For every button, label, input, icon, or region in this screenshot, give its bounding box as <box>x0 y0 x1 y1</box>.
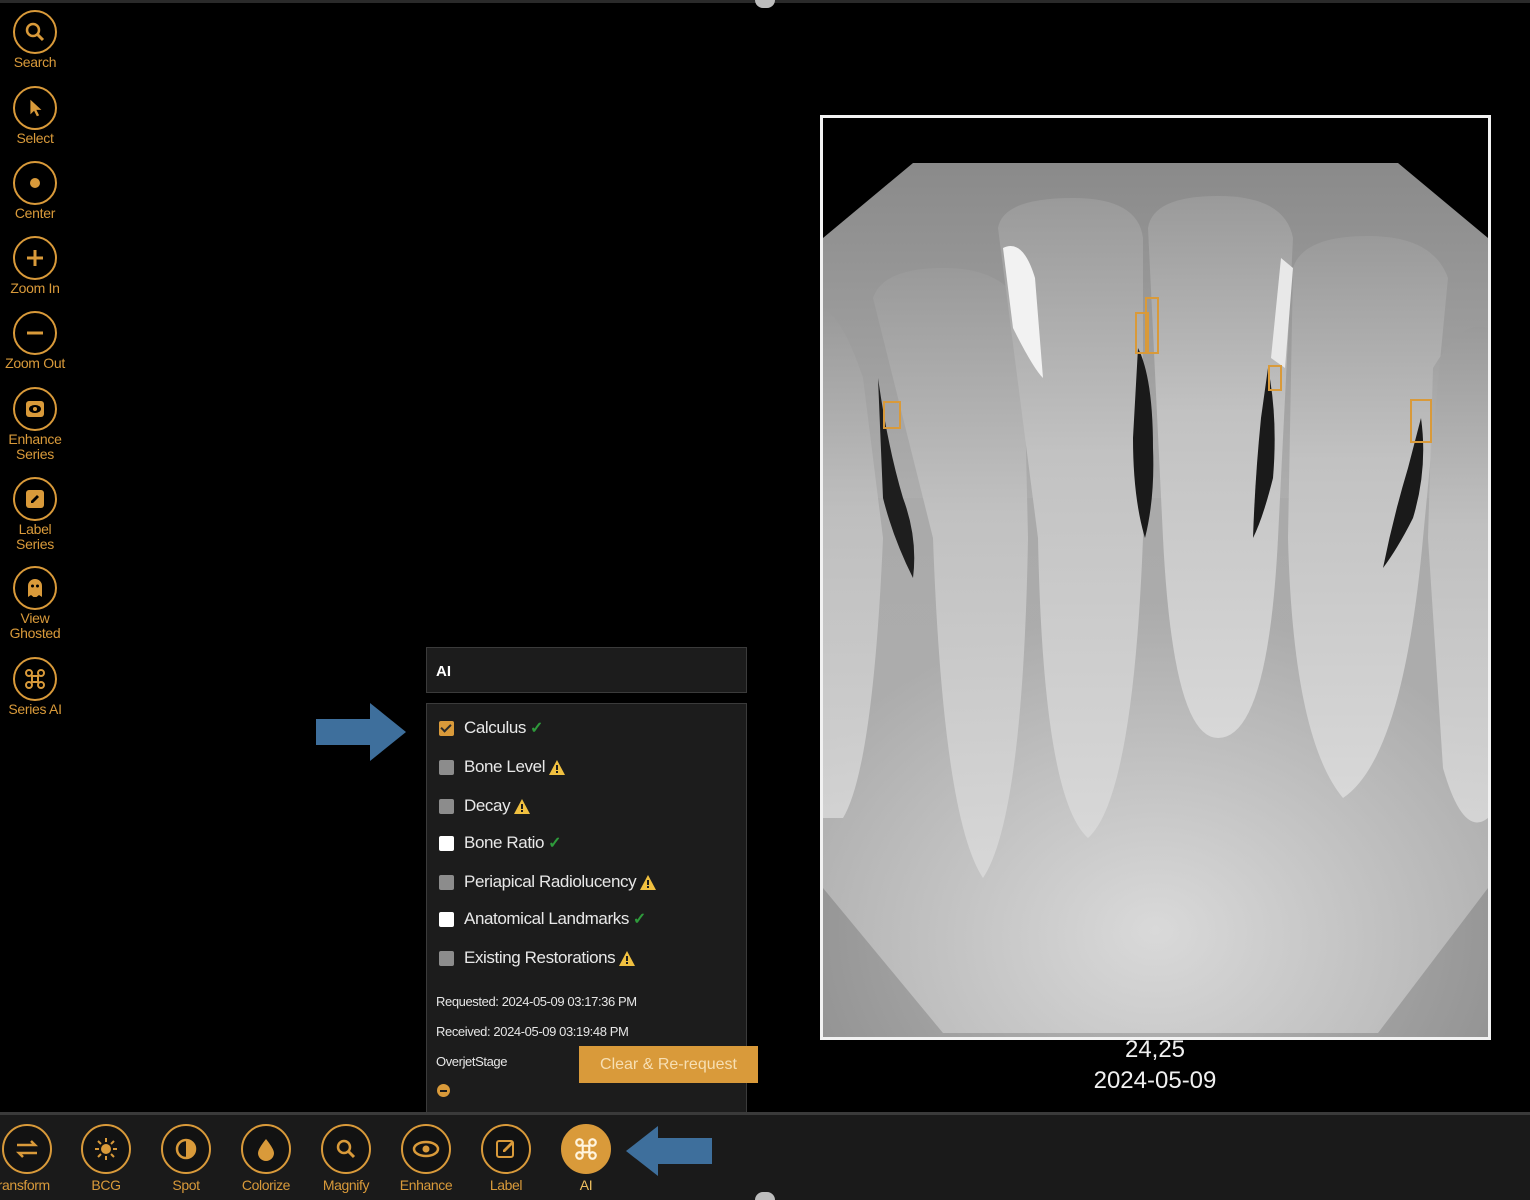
bottom-toolbar <box>0 1112 1530 1200</box>
transform-tool[interactable]: Transform <box>0 1124 62 1193</box>
warning-icon <box>640 874 657 890</box>
colorize-tool[interactable]: Colorize <box>231 1124 301 1193</box>
ai-command-icon <box>561 1124 611 1174</box>
pointer-icon <box>13 86 57 130</box>
search-icon <box>13 10 57 54</box>
eye-box-icon <box>13 387 57 431</box>
enhance-series-tool-label: Enhance Series <box>8 431 62 462</box>
bone-level-checkbox[interactable] <box>439 759 454 775</box>
zoom-out-tool[interactable]: Zoom Out <box>0 311 70 371</box>
received-timestamp: Received: 2024-05-09 03:19:48 PM <box>436 1024 629 1039</box>
ai-tool-label: AI <box>579 1177 593 1193</box>
search-tool[interactable]: Search <box>0 10 70 70</box>
periapical-radiolucency-label: Periapical Radiolucency <box>464 872 637 891</box>
warning-icon <box>549 759 566 775</box>
view-ghosted-tool[interactable]: View Ghosted <box>0 566 70 641</box>
label-tool[interactable]: Label <box>471 1124 541 1193</box>
tooth-numbers: 24,25 <box>1124 1036 1186 1063</box>
label-series-tool[interactable]: Label Series <box>0 477 70 552</box>
spot-tool-label: Spot <box>172 1177 200 1193</box>
top-resize-handle[interactable] <box>755 0 775 8</box>
contrast-icon <box>161 1124 211 1174</box>
option-bone-level[interactable]: Bone Level <box>439 755 566 779</box>
bottom-resize-handle[interactable] <box>755 1192 775 1200</box>
calculus-label: Calculus <box>464 718 526 737</box>
label-tool-label: Label <box>489 1177 523 1193</box>
brightness-icon <box>81 1124 131 1174</box>
enhance-tool-label: Enhance <box>399 1177 453 1193</box>
stage-label: OverjetStage <box>436 1054 508 1069</box>
option-calculus[interactable]: Calculus ✓ <box>439 716 543 740</box>
transform-icon <box>2 1124 52 1174</box>
option-decay[interactable]: Decay <box>439 794 531 818</box>
dental-radiograph <box>823 118 1488 1037</box>
option-anatomical-landmarks[interactable]: Anatomical Landmarks ✓ <box>439 907 646 931</box>
periapical-radiolucency-checkbox[interactable] <box>439 874 454 890</box>
existing-restorations-label: Existing Restorations <box>464 948 616 967</box>
center-dot-icon <box>13 161 57 205</box>
enhance-tool[interactable]: Enhance <box>391 1124 461 1193</box>
ai-panel-header: AI <box>426 647 747 693</box>
collapse-icon[interactable] <box>437 1084 450 1097</box>
ok-check-icon: ✓ <box>632 911 647 928</box>
anatomical-landmarks-checkbox[interactable] <box>439 911 454 927</box>
magnify-icon <box>321 1124 371 1174</box>
magnify-tool-label: Magnify <box>322 1177 370 1193</box>
series-ai-tool[interactable]: Series AI <box>0 657 70 717</box>
bone-level-label: Bone Level <box>464 757 546 776</box>
minus-icon <box>13 311 57 355</box>
bcg-tool[interactable]: BCG <box>71 1124 141 1193</box>
callout-arrow-left <box>626 1126 712 1176</box>
decay-label: Decay <box>464 796 511 815</box>
label-series-tool-label: Label Series <box>16 521 54 552</box>
ai-command-icon <box>13 657 57 701</box>
edit-box-icon <box>13 477 57 521</box>
ok-check-icon: ✓ <box>548 835 562 852</box>
colorize-tool-label: Colorize <box>241 1177 291 1193</box>
ghost-icon <box>13 566 57 610</box>
bcg-tool-label: BCG <box>91 1177 121 1193</box>
center-tool-label: Center <box>14 205 56 221</box>
series-ai-tool-label: Series AI <box>8 701 62 717</box>
zoom-out-tool-label: Zoom Out <box>5 355 65 371</box>
warning-icon <box>619 950 636 966</box>
callout-arrow-right <box>316 703 406 761</box>
select-tool-label: Select <box>16 130 54 146</box>
spot-tool[interactable]: Spot <box>151 1124 221 1193</box>
center-tool[interactable]: Center <box>0 161 70 221</box>
zoom-in-tool-label: Zoom In <box>10 280 60 296</box>
view-ghosted-tool-label: View Ghosted <box>9 610 61 641</box>
clear-rerequest-button[interactable]: Clear & Re-request <box>579 1046 758 1083</box>
plus-icon <box>13 236 57 280</box>
magnify-tool[interactable]: Magnify <box>311 1124 381 1193</box>
enhance-series-tool[interactable]: Enhance Series <box>0 387 70 462</box>
edit-icon <box>481 1124 531 1174</box>
eye-icon <box>401 1124 451 1174</box>
ok-check-icon: ✓ <box>530 720 544 737</box>
option-bone-ratio[interactable]: Bone Ratio ✓ <box>439 831 562 855</box>
drop-icon <box>241 1124 291 1174</box>
decay-checkbox[interactable] <box>439 798 454 814</box>
option-periapical-radiolucency[interactable]: Periapical Radiolucency <box>439 870 657 894</box>
calculus-checkbox[interactable] <box>439 720 454 736</box>
transform-tool-label: Transform <box>0 1177 50 1193</box>
xray-date: 2024-05-09 <box>1093 1067 1217 1094</box>
option-existing-restorations[interactable]: Existing Restorations <box>439 946 636 970</box>
warning-icon <box>514 798 531 814</box>
bone-ratio-checkbox[interactable] <box>439 835 454 851</box>
search-tool-label: Search <box>13 54 57 70</box>
xray-image[interactable] <box>820 115 1491 1040</box>
ai-tool[interactable]: AI <box>551 1124 621 1193</box>
requested-timestamp: Requested: 2024-05-09 03:17:36 PM <box>436 994 637 1009</box>
anatomical-landmarks-label: Anatomical Landmarks <box>464 909 629 928</box>
bone-ratio-label: Bone Ratio <box>464 833 545 852</box>
zoom-in-tool[interactable]: Zoom In <box>0 236 70 296</box>
existing-restorations-checkbox[interactable] <box>439 950 454 966</box>
select-tool[interactable]: Select <box>0 86 70 146</box>
